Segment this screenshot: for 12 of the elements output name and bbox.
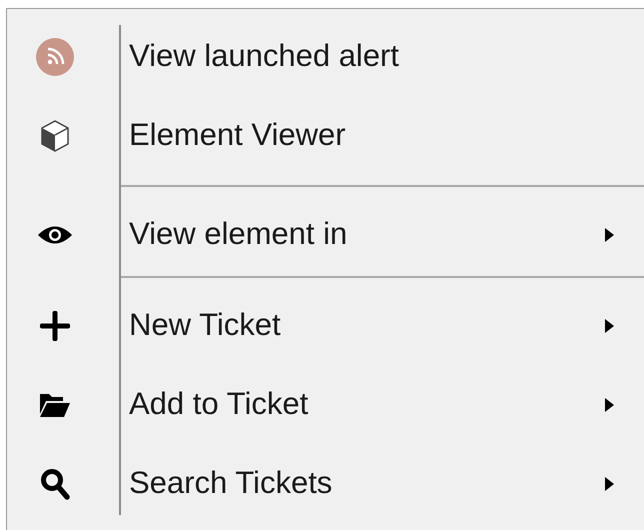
menu-item[interactable]: View launched alert — [7, 17, 644, 96]
search-icon — [40, 468, 70, 500]
folder-icon — [39, 392, 71, 418]
cube-icon — [40, 118, 70, 152]
plus-icon — [40, 310, 70, 340]
rss-icon — [36, 38, 74, 76]
menu-item[interactable]: Element Viewer — [7, 96, 644, 175]
menu-item[interactable]: Search Tickets — [7, 444, 644, 523]
menu-item[interactable]: View element in — [7, 195, 644, 274]
menu-item[interactable]: New Ticket — [7, 286, 644, 365]
eye-icon — [37, 224, 73, 246]
menu-item[interactable]: Add to Ticket — [7, 365, 644, 444]
